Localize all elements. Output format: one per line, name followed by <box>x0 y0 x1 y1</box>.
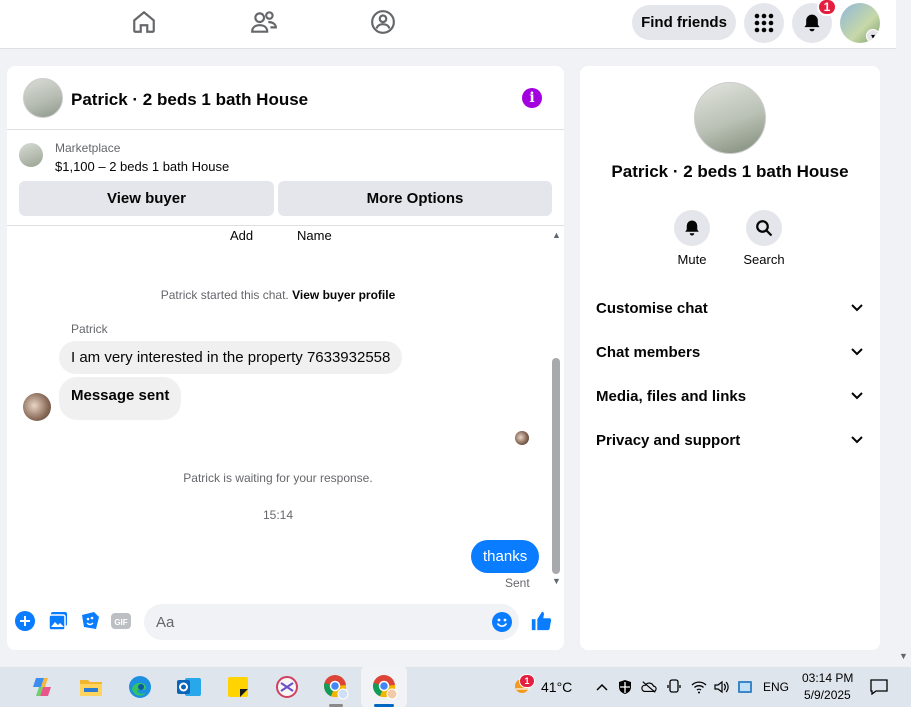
chat-started-notice: Patrick started this chat. View buyer pr… <box>160 288 396 302</box>
cloud-offline-icon[interactable] <box>641 679 657 695</box>
weather-temperature[interactable]: 41°C <box>541 679 572 695</box>
conversation-details-panel: Patrick · 2 beds 1 bath House Mute Searc… <box>580 66 880 650</box>
message-input[interactable] <box>144 604 519 640</box>
home-icon[interactable] <box>128 6 160 38</box>
sticky-notes-icon[interactable] <box>224 673 252 701</box>
message-composer: GIF <box>7 600 564 650</box>
svg-text:GIF: GIF <box>114 618 127 627</box>
search-icon <box>746 210 782 246</box>
chevron-down-icon: ▾ <box>866 29 880 43</box>
message-scrollbar[interactable]: ▲ ▼ <box>549 226 564 586</box>
column-name: Name <box>297 228 332 243</box>
timestamp: 15:14 <box>262 508 294 522</box>
file-explorer-icon[interactable] <box>77 673 105 701</box>
copilot-icon[interactable] <box>28 673 56 701</box>
sticker-icon[interactable] <box>79 610 101 632</box>
section-customise-chat[interactable]: Customise chat <box>596 292 864 324</box>
section-privacy-support[interactable]: Privacy and support <box>596 424 864 456</box>
notifications-icon[interactable] <box>869 678 889 696</box>
message-bubble-in[interactable]: I am very interested in the property 763… <box>59 341 403 374</box>
display-icon[interactable] <box>737 679 753 695</box>
security-shield-icon[interactable] <box>617 679 633 695</box>
view-buyer-button[interactable]: View buyer <box>19 181 274 216</box>
waiting-notice: Patrick is waiting for your response. <box>183 471 373 485</box>
listing-thumbnail <box>19 143 43 167</box>
friends-icon[interactable] <box>248 6 280 38</box>
thumbs-up-icon[interactable] <box>530 610 552 632</box>
volume-icon[interactable] <box>714 679 730 695</box>
message-list: Add Name Patrick started this chat. View… <box>7 226 549 596</box>
bell-icon <box>674 210 710 246</box>
mute-button[interactable]: Mute <box>662 210 722 267</box>
more-options-button[interactable]: More Options <box>278 181 552 216</box>
find-friends-button[interactable]: Find friends <box>632 5 736 40</box>
info-icon[interactable]: i <box>522 88 542 108</box>
message-bubble-out[interactable]: thanks <box>471 540 540 573</box>
scroll-down-arrow[interactable]: ▼ <box>552 576 561 586</box>
message-bubble-in[interactable]: Message sent <box>59 377 182 420</box>
top-navigation-bar: Find friends 1 ▾ <box>0 0 896 49</box>
clock-date[interactable]: 5/9/2025 <box>804 688 851 702</box>
marketplace-label: Marketplace <box>55 141 121 155</box>
scroll-thumb[interactable] <box>552 358 560 574</box>
notification-badge: 1 <box>817 0 837 16</box>
chrome-profile-1-icon[interactable] <box>322 673 350 701</box>
input-language[interactable]: ENG <box>763 680 789 694</box>
chevron-down-icon <box>851 304 863 312</box>
emoji-icon[interactable] <box>491 611 513 633</box>
conversation-title: Patrick · 2 beds 1 bath House <box>611 162 849 181</box>
sender-name: Patrick <box>71 322 108 336</box>
weather-alert-badge: 1 <box>519 674 535 688</box>
column-add: Add <box>230 228 254 243</box>
mute-label: Mute <box>677 252 707 267</box>
groups-icon[interactable] <box>367 6 399 38</box>
section-media-files-links[interactable]: Media, files and links <box>596 380 864 412</box>
profile-avatar[interactable]: ▾ <box>840 3 880 43</box>
page-scroll-down-arrow[interactable]: ▼ <box>899 651 908 661</box>
gif-icon[interactable]: GIF <box>110 610 132 632</box>
chevron-down-icon <box>851 348 863 356</box>
chevron-up-icon[interactable] <box>594 679 610 695</box>
search-button[interactable]: Search <box>734 210 794 267</box>
plus-icon[interactable] <box>14 610 36 632</box>
wifi-icon[interactable] <box>691 679 707 695</box>
menu-grid-icon[interactable] <box>744 3 784 43</box>
chat-avatar[interactable] <box>23 78 63 118</box>
conversation-avatar[interactable] <box>694 82 766 154</box>
windows-taskbar: 1 41°C ENG 03:14 PM 5/9/2025 <box>0 667 911 707</box>
scroll-up-arrow[interactable]: ▲ <box>552 230 561 240</box>
clock-time[interactable]: 03:14 PM <box>802 671 853 685</box>
view-buyer-profile-link[interactable]: View buyer profile <box>292 288 395 302</box>
seen-indicator-avatar <box>515 431 529 445</box>
section-chat-members[interactable]: Chat members <box>596 336 864 368</box>
chrome-profile-2-icon[interactable] <box>371 673 399 701</box>
sender-avatar[interactable] <box>23 393 51 421</box>
search-label: Search <box>743 252 785 267</box>
chat-title: Patrick · 2 beds 1 bath House <box>71 90 309 109</box>
snipping-tool-icon[interactable] <box>273 673 301 701</box>
outlook-icon[interactable] <box>175 673 203 701</box>
chevron-down-icon <box>851 392 863 400</box>
chevron-down-icon <box>851 436 863 444</box>
sent-status: Sent <box>505 576 530 590</box>
listing-title: $1,100 – 2 beds 1 bath House <box>55 159 230 174</box>
location-icon[interactable] <box>666 679 682 695</box>
chat-header: Patrick · 2 beds 1 bath House i <box>7 66 564 130</box>
chat-panel: Patrick · 2 beds 1 bath House i Marketpl… <box>7 66 564 650</box>
photo-icon[interactable] <box>47 610 69 632</box>
edge-browser-icon[interactable] <box>126 673 154 701</box>
